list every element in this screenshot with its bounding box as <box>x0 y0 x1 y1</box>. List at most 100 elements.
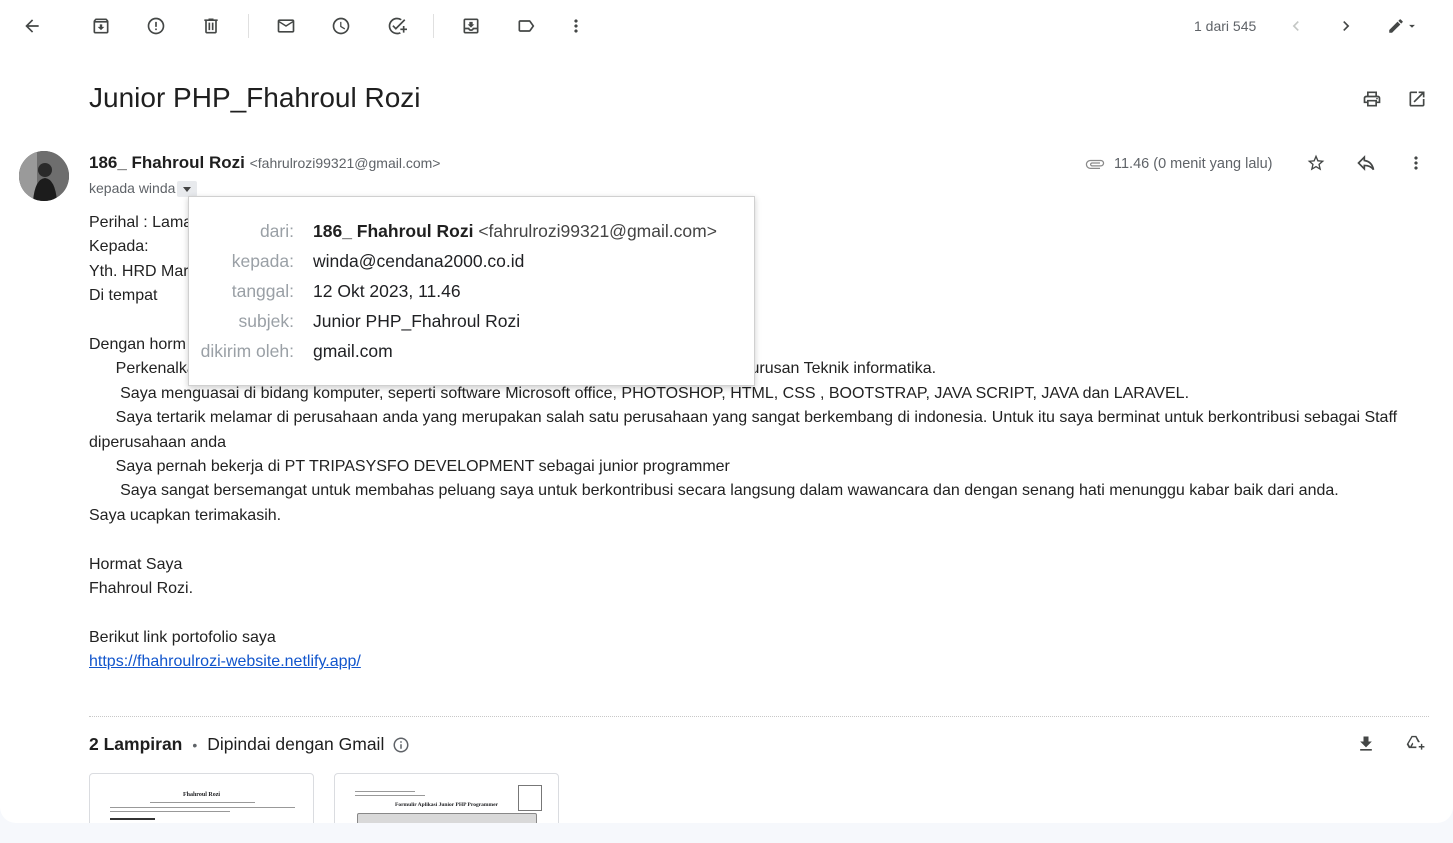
email-time-text: 11.46 (0 menit yang lalu) <box>1114 156 1273 172</box>
star-button[interactable] <box>1296 143 1336 183</box>
reply-icon <box>1357 155 1375 171</box>
caret-down-icon <box>1409 24 1415 28</box>
attachment-thumbnail-1[interactable]: Fhahroul Rozi <box>89 773 314 823</box>
portfolio-link[interactable]: https://fhahroulrozi-website.netlify.app… <box>89 653 361 670</box>
body-line: Saya tertarik melamar di perusahaan anda… <box>89 409 1402 451</box>
info-icon[interactable] <box>392 736 410 754</box>
body-line <box>89 528 1429 552</box>
print-icon <box>1363 91 1381 107</box>
details-label: dari: <box>259 220 294 241</box>
avatar-photo <box>19 151 69 201</box>
body-line: Berikut link portofolio saya <box>89 628 276 646</box>
more-vert-icon <box>1414 156 1418 170</box>
download-icon <box>1360 736 1372 751</box>
mail-icon <box>277 19 295 33</box>
report-spam-button[interactable] <box>136 6 176 46</box>
sender-name[interactable]: 186_ Fhahroul Rozi <box>89 153 245 172</box>
sender-avatar[interactable] <box>19 151 69 201</box>
details-value: winda@cendana2000.co.id <box>313 250 525 271</box>
download-all-button[interactable] <box>1346 724 1386 764</box>
archive-button[interactable] <box>81 6 121 46</box>
details-row-from: dari: 186_ Fhahroul Rozi <fahrulrozi9932… <box>189 216 754 246</box>
text-line <box>150 802 255 803</box>
toolbar-divider <box>433 14 434 38</box>
mark-unread-button[interactable] <box>266 6 306 46</box>
print-button[interactable] <box>1352 79 1392 119</box>
open-new-window-button[interactable] <box>1397 79 1437 119</box>
details-value: Junior PHP_Fhahroul Rozi <box>313 310 521 331</box>
add-to-drive-icon <box>1406 735 1425 750</box>
star-icon <box>1307 154 1325 171</box>
details-sender-name: 186_ Fhahroul Rozi <box>313 220 474 241</box>
text-line <box>110 807 295 808</box>
body-line <box>89 601 1429 625</box>
body-line: Fhahroul Rozi. <box>89 580 194 598</box>
details-row-to: kepada: winda@cendana2000.co.id <box>189 246 754 276</box>
show-details-toggle[interactable] <box>177 181 198 198</box>
text-line <box>110 818 155 820</box>
chevron-right-icon <box>1343 21 1350 31</box>
body-line: Hormat Saya <box>89 555 183 573</box>
recipient-label: kepada winda <box>89 180 176 196</box>
details-value: 12 Okt 2023, 11.46 <box>313 280 461 301</box>
details-row-subject: subjek: Junior PHP_Fhahroul Rozi <box>189 306 754 336</box>
more-actions-button[interactable] <box>556 6 596 46</box>
details-label: subjek: <box>238 310 294 331</box>
report-icon <box>147 17 165 35</box>
pencil-icon <box>1389 19 1403 33</box>
body-line: Saya ucapkan terimakasih. <box>89 506 282 524</box>
move-to-button[interactable] <box>451 6 491 46</box>
scan-label: Dipindai dengan Gmail <box>207 734 385 754</box>
recipient-line: kepada winda <box>89 180 198 198</box>
details-sender-email: <fahrulrozi99321@gmail.com> <box>478 220 717 241</box>
more-options-button[interactable] <box>1396 143 1436 183</box>
open-in-new-icon <box>1409 91 1425 107</box>
sender-details-popup: dari: 186_ Fhahroul Rozi <fahrulrozi9932… <box>188 196 755 386</box>
text-line <box>355 795 425 796</box>
add-to-drive-button[interactable] <box>1396 724 1436 764</box>
back-button[interactable] <box>12 6 52 46</box>
delete-button[interactable] <box>191 6 231 46</box>
email-time: 11.46 (0 menit yang lalu) <box>1085 154 1273 174</box>
details-label: kepada: <box>231 250 294 271</box>
snooze-button[interactable] <box>321 6 361 46</box>
text-line <box>110 811 230 812</box>
older-button[interactable] <box>1326 6 1366 46</box>
sender-line: 186_ Fhahroul Rozi <fahrulrozi99321@gmai… <box>89 153 440 173</box>
attachments-count: 2 Lampiran <box>89 734 183 754</box>
attachment-thumbnail-2[interactable]: Formulir Aplikasi Junior PHP Programmer <box>334 773 559 823</box>
more-vert-icon <box>574 19 578 33</box>
details-value: gmail.com <box>313 340 393 361</box>
reply-button[interactable] <box>1346 143 1386 183</box>
archive-icon <box>93 18 109 34</box>
attachment-icon <box>1085 159 1105 169</box>
clock-icon <box>332 17 350 35</box>
separator-dot: • <box>192 736 198 753</box>
input-tools-button[interactable] <box>1378 6 1428 46</box>
move-to-inbox-icon <box>463 18 479 34</box>
attachments-divider <box>89 716 1429 717</box>
details-label: dikirim oleh: <box>200 340 294 361</box>
email-view: 1 dari 545 Junior PHP_Fhahroul Rozi 186_… <box>0 0 1453 823</box>
add-task-icon <box>388 17 407 35</box>
details-label: tanggal: <box>231 280 294 301</box>
chevron-left-icon <box>1292 21 1299 31</box>
label-icon <box>518 20 535 32</box>
details-row-date: tanggal: 12 Okt 2023, 11.46 <box>189 276 754 306</box>
attachments-header: 2 Lampiran • Dipindai dengan Gmail <box>89 734 410 755</box>
newer-button[interactable] <box>1276 6 1316 46</box>
arrow-back-icon <box>25 19 39 33</box>
label-button[interactable] <box>506 6 546 46</box>
text-line <box>355 791 415 792</box>
add-to-tasks-button[interactable] <box>377 6 417 46</box>
sender-email: <fahrulrozi99321@gmail.com> <box>249 155 441 171</box>
trash-icon <box>204 18 218 34</box>
attachment-title: Formulir Aplikasi Junior PHP Programmer <box>395 802 498 808</box>
details-row-mailed-by: dikirim oleh: gmail.com <box>189 336 754 366</box>
toolbar-divider <box>248 14 249 38</box>
attachment-title: Fhahroul Rozi <box>182 792 221 798</box>
form-block <box>357 813 537 823</box>
body-line: Saya sangat bersemangat untuk membahas p… <box>89 482 1339 500</box>
pagination-counter: 1 dari 545 <box>1194 18 1257 34</box>
email-subject: Junior PHP_Fhahroul Rozi <box>89 82 421 113</box>
